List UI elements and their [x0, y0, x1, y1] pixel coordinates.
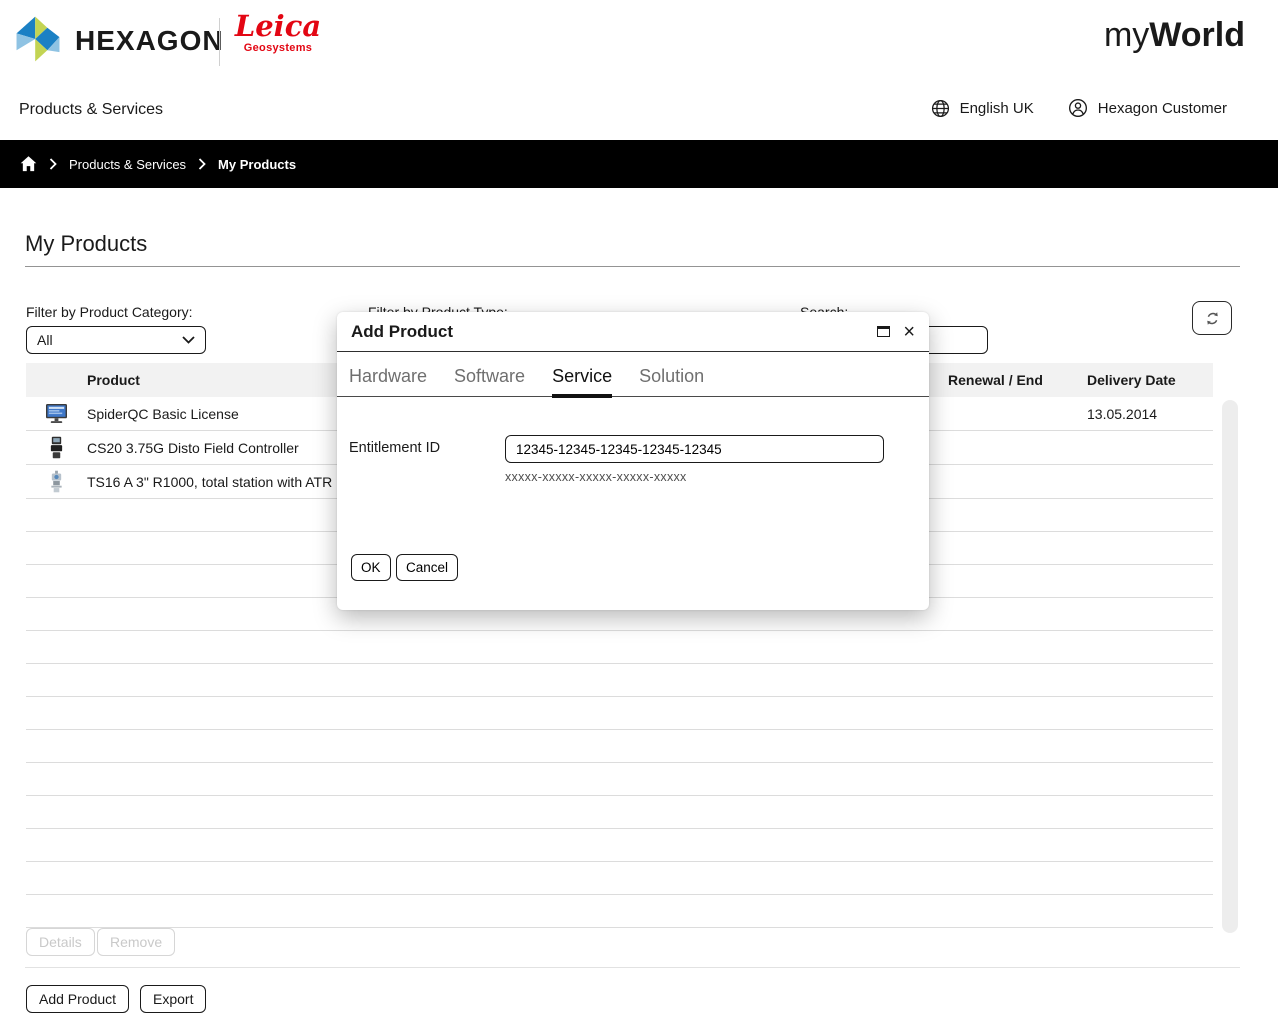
- dialog-header: Add Product ×: [337, 312, 929, 352]
- dialog-title: Add Product: [351, 322, 877, 342]
- table-row-empty: [26, 763, 1213, 796]
- category-select[interactable]: All: [26, 326, 206, 354]
- logo-divider: [219, 18, 220, 66]
- renewal-column-header: Renewal / End: [948, 372, 1087, 388]
- breadcrumb-my-products: My Products: [218, 157, 296, 172]
- export-button[interactable]: Export: [140, 985, 206, 1013]
- chevron-right-icon: [49, 158, 57, 170]
- remove-button[interactable]: Remove: [97, 928, 175, 956]
- home-icon[interactable]: [20, 156, 37, 172]
- table-row-empty: [26, 829, 1213, 862]
- field-controller-icon: [49, 436, 64, 459]
- entitlement-id-input[interactable]: [505, 435, 884, 463]
- delivery-date: 13.05.2014: [1087, 406, 1213, 422]
- monitor-icon: [45, 403, 68, 424]
- chevron-right-icon: [198, 158, 206, 170]
- tab-solution[interactable]: Solution: [639, 366, 704, 396]
- table-scrollbar[interactable]: [1222, 400, 1238, 933]
- table-row-empty: [26, 697, 1213, 730]
- user-icon: [1068, 98, 1088, 118]
- refresh-button[interactable]: [1192, 301, 1232, 335]
- close-icon[interactable]: ×: [903, 322, 915, 342]
- table-row-empty: [26, 631, 1213, 664]
- table-row-empty: [26, 895, 1213, 928]
- tab-software[interactable]: Software: [454, 366, 525, 396]
- entitlement-id-label: Entitlement ID: [349, 440, 440, 456]
- table-row-empty: [26, 862, 1213, 895]
- myworld-light: my: [1104, 16, 1149, 54]
- refresh-icon: [1204, 310, 1221, 327]
- ok-button[interactable]: OK: [351, 554, 391, 581]
- hexagon-logo-icon: [10, 13, 66, 65]
- tab-service[interactable]: Service: [552, 366, 612, 396]
- globe-icon: [931, 99, 950, 118]
- add-product-dialog: Add Product × Hardware Software Service …: [337, 312, 929, 610]
- user-label: Hexagon Customer: [1098, 100, 1227, 117]
- user-menu[interactable]: Hexagon Customer: [1068, 98, 1227, 118]
- myworld-logo: myWorld: [1104, 16, 1245, 55]
- title-divider: [25, 266, 1240, 267]
- total-station-icon: [49, 470, 64, 493]
- breadcrumb-products-services[interactable]: Products & Services: [69, 157, 186, 172]
- details-button[interactable]: Details: [26, 928, 95, 956]
- chevron-down-icon: [182, 336, 195, 344]
- hexagon-wordmark: HEXAGON: [75, 25, 224, 57]
- table-row-empty: [26, 796, 1213, 829]
- entitlement-id-hint: xxxxx-xxxxx-xxxxx-xxxxx-xxxxx: [505, 470, 687, 484]
- breadcrumb: Products & Services My Products: [0, 140, 1278, 188]
- cancel-button[interactable]: Cancel: [396, 554, 458, 581]
- actions-divider: [25, 967, 1240, 968]
- leica-wordmark: Leica: [233, 12, 323, 41]
- tab-hardware[interactable]: Hardware: [349, 366, 427, 396]
- category-select-value: All: [37, 332, 53, 348]
- dialog-tabs: Hardware Software Service Solution: [337, 366, 929, 397]
- language-selector[interactable]: English UK: [931, 99, 1034, 118]
- nav-right-group: English UK Hexagon Customer: [931, 98, 1227, 118]
- nav-products-services[interactable]: Products & Services: [19, 101, 163, 119]
- delivery-column-header: Delivery Date: [1087, 372, 1213, 388]
- table-row-empty: [26, 730, 1213, 763]
- maximize-icon[interactable]: [877, 326, 890, 337]
- table-row-empty: [26, 664, 1213, 697]
- add-product-button[interactable]: Add Product: [26, 985, 129, 1013]
- myworld-bold: World: [1149, 16, 1245, 54]
- leica-logo: Leica Geosystems: [233, 12, 323, 54]
- filter-category-label: Filter by Product Category:: [26, 304, 193, 320]
- language-label: English UK: [960, 100, 1034, 117]
- app-header: HEXAGON Leica Geosystems myWorld Product…: [0, 0, 1278, 140]
- leica-sub-label: Geosystems: [233, 42, 323, 54]
- page-title: My Products: [25, 231, 147, 257]
